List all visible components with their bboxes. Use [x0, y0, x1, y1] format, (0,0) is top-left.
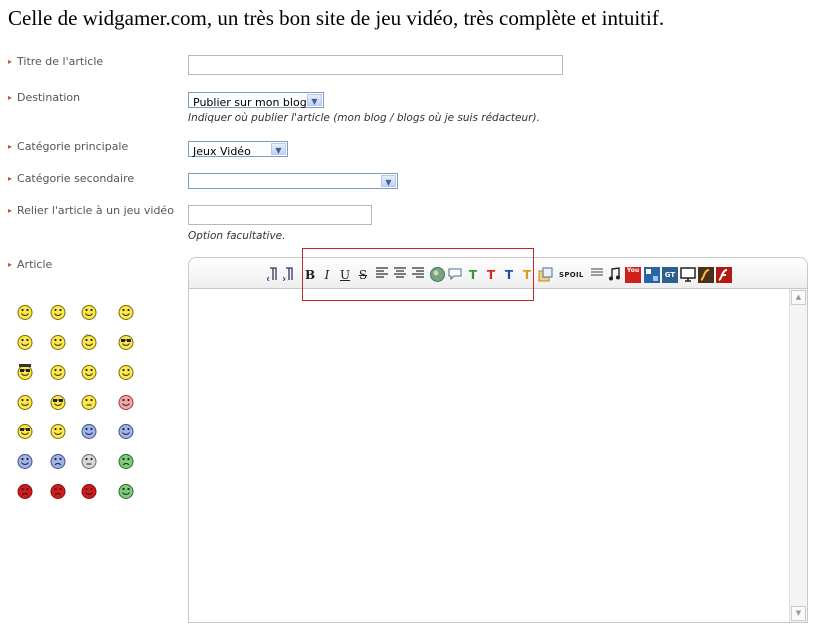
chevron-down-icon[interactable]: ▼ [381, 175, 396, 187]
text-color-orange-button[interactable]: T [522, 267, 532, 283]
italic-button[interactable]: I [322, 267, 332, 283]
bullet-icon: ▸ [8, 260, 13, 269]
glasses-smiley-icon[interactable] [118, 334, 134, 350]
smile-smiley-icon[interactable] [17, 304, 33, 320]
smile-smiley-icon[interactable] [50, 364, 66, 380]
text-color-red-button[interactable]: T [486, 267, 496, 283]
green-angry-smiley-icon[interactable] [118, 453, 134, 469]
article-label: ▸ Article [8, 258, 53, 271]
blue-sad-smiley-icon[interactable] [50, 453, 66, 469]
smile-smiley-icon[interactable] [50, 304, 66, 320]
tongue-smiley-icon[interactable] [118, 364, 134, 380]
article-editor: B I U S T T T T SPOIL You GT ▲ ▼ [188, 257, 808, 623]
scroll-up-arrow-icon[interactable]: ▲ [791, 290, 806, 305]
dailymotion-icon[interactable] [644, 267, 660, 283]
sick-smiley-icon[interactable] [118, 394, 134, 410]
speech-bubble-icon[interactable] [448, 267, 462, 283]
main-category-select[interactable]: Jeux Vidéo ▼ [188, 141, 288, 158]
red-angry-smiley-icon[interactable] [50, 483, 66, 499]
strike-button[interactable]: S [358, 267, 368, 283]
music-icon[interactable] [608, 267, 620, 283]
article-textarea[interactable] [189, 289, 790, 622]
bullet-icon: ▸ [8, 206, 13, 215]
wink-smiley-icon[interactable] [81, 364, 97, 380]
grin-smiley-icon[interactable] [81, 304, 97, 320]
main-category-label: ▸ Catégorie principale [8, 140, 129, 153]
link-game-input[interactable] [188, 205, 372, 225]
sunglasses-hat-smiley-icon[interactable] [17, 364, 33, 380]
title-label: ▸ Titre de l'article [8, 55, 104, 68]
big-grin-smiley-icon[interactable] [50, 334, 66, 350]
align-right-icon[interactable] [412, 267, 424, 283]
editor-toolbar: B I U S T T T T SPOIL You GT [189, 258, 807, 289]
text-color-blue-button[interactable]: T [504, 267, 514, 283]
align-center-icon[interactable] [394, 267, 406, 283]
scroll-down-arrow-icon[interactable]: ▼ [791, 606, 806, 621]
screen-icon[interactable] [680, 267, 696, 283]
bullet-icon: ▸ [8, 57, 13, 66]
laugh-smiley-icon[interactable] [17, 334, 33, 350]
thinking-gray-smiley-icon[interactable] [81, 453, 97, 469]
gametrailers-icon[interactable]: GT [662, 267, 678, 283]
chevron-down-icon[interactable]: ▼ [307, 94, 322, 106]
red-mad-smiley-icon[interactable] [17, 483, 33, 499]
title-input[interactable] [188, 55, 563, 75]
blush-smiley-icon[interactable] [50, 423, 66, 439]
tired-blue-smiley-icon[interactable] [118, 423, 134, 439]
flash-red-icon[interactable] [716, 267, 732, 283]
image-icon[interactable] [430, 267, 445, 283]
secondary-category-label: ▸ Catégorie secondaire [8, 172, 135, 185]
underline-button[interactable]: U [340, 267, 350, 283]
blue-dizzy-smiley-icon[interactable] [17, 453, 33, 469]
ltr-paragraph-icon[interactable] [283, 267, 293, 283]
scared-blue-smiley-icon[interactable] [81, 423, 97, 439]
confused-question-smiley-icon[interactable]: ??? [81, 333, 97, 350]
flash-icon[interactable] [698, 267, 714, 283]
secondary-category-select[interactable]: ▼ [188, 173, 398, 189]
bullet-icon: ▸ [8, 142, 13, 151]
bullet-icon: ▸ [8, 93, 13, 102]
link-game-help: Option facultative. [188, 230, 286, 242]
quote-icon[interactable] [538, 267, 553, 283]
green-sick-smiley-icon[interactable] [118, 483, 134, 499]
page-caption: Celle de widgamer.com, un très bon site … [8, 6, 665, 30]
link-game-label: ▸ Relier l'article à un jeu vidéo [8, 204, 174, 217]
cool-shades-smiley-icon[interactable] [17, 423, 33, 439]
destination-selected-value: Publier sur mon blog [193, 96, 307, 109]
text-color-green-button[interactable]: T [468, 267, 478, 283]
bold-button[interactable]: B [305, 267, 315, 283]
editor-scrollbar[interactable]: ▲ ▼ [789, 289, 807, 622]
bullet-icon: ▸ [8, 174, 13, 183]
youtube-icon[interactable]: You [625, 267, 641, 283]
chevron-down-icon[interactable]: ▼ [271, 143, 286, 155]
destination-help: Indiquer où publier l'article (mon blog … [188, 112, 540, 124]
smile-smiley-icon[interactable] [118, 304, 134, 320]
glasses-nerd-smiley-icon[interactable] [50, 394, 66, 410]
spoil-button[interactable]: SPOIL [559, 267, 584, 283]
destination-select[interactable]: Publier sur mon blog ▼ [188, 92, 324, 109]
svg-text:???: ??? [84, 334, 90, 338]
list-icon[interactable] [591, 267, 603, 283]
destination-label: ▸ Destination [8, 91, 81, 104]
red-face-smiley-icon[interactable] [81, 483, 97, 499]
neutral-smiley-icon[interactable] [81, 394, 97, 410]
main-category-selected-value: Jeux Vidéo [193, 145, 251, 158]
align-left-icon[interactable] [376, 267, 388, 283]
heart-eyes-smiley-icon[interactable] [17, 394, 33, 410]
rtl-paragraph-icon[interactable] [267, 267, 277, 283]
